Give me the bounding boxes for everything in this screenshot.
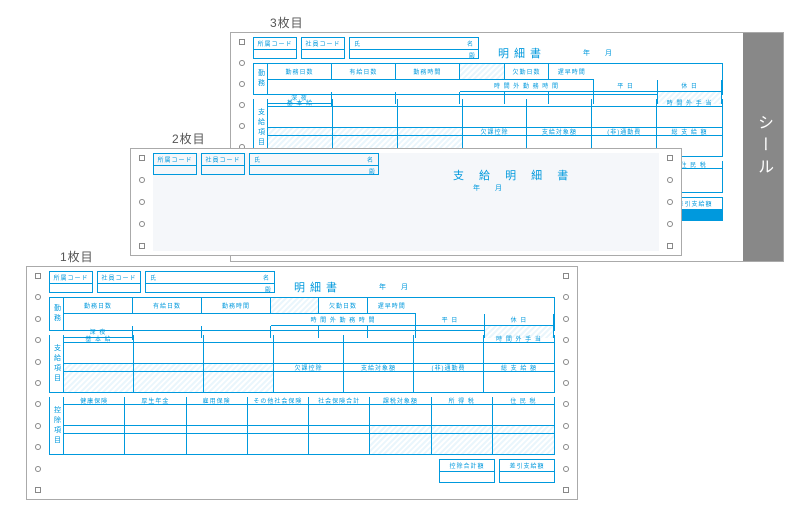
kojo-total-box: 控除合計額 (439, 459, 495, 483)
gross-pay: 総 支 給 額 (657, 128, 722, 136)
name-box: 氏 名 殿 (145, 271, 275, 293)
name-suffix: 殿 (250, 166, 378, 177)
name-left: 氏 (150, 273, 157, 282)
dept-code-box: 所属コード (253, 37, 297, 59)
pay-subject: 支給対象額 (527, 128, 592, 136)
year-month: 年 月 (473, 183, 506, 193)
dept-code-label: 所属コード (154, 154, 196, 166)
sub-weekday: 平 日 (594, 80, 658, 92)
kinmu-tab: 勤務 (50, 298, 64, 330)
kojo-section: 控除項目 健康保険 厚生年金 雇用保険 その他社会保険 社会保険合計 課税対象額… (49, 397, 555, 455)
base-pay: 基 本 給 (268, 99, 333, 107)
name-left: 氏 (354, 39, 361, 48)
col-paid: 有給日数 (133, 298, 202, 314)
name-right: 名 (367, 155, 374, 164)
name-right: 名 (467, 39, 474, 48)
col-blank (460, 64, 505, 80)
emp-code-box: 社員コード (201, 153, 245, 175)
header-row: 所属コード 社員コード 氏 名 殿 (253, 37, 723, 59)
emp-code-label: 社員コード (98, 272, 140, 284)
dept-code-label: 所属コード (50, 272, 92, 284)
col-absent: 欠勤日数 (505, 64, 550, 80)
kinmu-tab: 勤務 (254, 64, 268, 94)
netpay-label: 差引支給額 (500, 460, 554, 472)
gross-pay: 総 支 給 額 (484, 364, 554, 372)
health-ins: 健康保険 (64, 397, 125, 405)
commute: (非)通勤費 (414, 364, 484, 372)
dept-code-box: 所属コード (49, 271, 93, 293)
emp-code-box: 社員コード (97, 271, 141, 293)
col-workdays: 勤務日数 (268, 64, 332, 80)
emp-code-box: 社員コード (301, 37, 345, 59)
col-overtime: 時 間 外 勤 務 時 間 (460, 80, 594, 92)
col-blank (271, 298, 319, 314)
name-left: 氏 (254, 155, 261, 164)
sheet3-label: 3枚目 (270, 14, 304, 31)
absence-ded: 欠課控除 (274, 364, 344, 372)
kinmu-section: 勤務 勤務日数 有給日数 勤務時間 時 間 外 勤 務 時 間 欠勤日数 遅早時… (49, 297, 555, 331)
shikyu-tab: 支給項目 (50, 335, 64, 392)
sub-weekday: 平 日 (416, 314, 485, 326)
res-tax: 住 民 税 (493, 397, 554, 405)
overtime-pay: 時 間 外 手 当 (484, 335, 554, 343)
shikyu-section: 支給項目 基 本 給 時 間 外 手 当 欠課控除 支給対象額 (非)通勤費 総 … (49, 335, 555, 393)
name-box: 氏 名 殿 (249, 153, 379, 175)
emp-ins: 雇用保険 (187, 397, 248, 405)
year-month: 年 月 (379, 282, 412, 292)
seal-text: シール (751, 114, 775, 180)
netpay-box: 差引支給額 (499, 459, 555, 483)
soc-total: 社会保険合計 (309, 397, 370, 405)
name-right: 名 (263, 273, 270, 282)
col-worktime: 勤務時間 (202, 298, 271, 314)
name-box: 氏 名 殿 (349, 37, 479, 59)
emp-code-label: 社員コード (302, 38, 344, 50)
dept-code-box: 所属コード (153, 153, 197, 175)
totals-row: 控除合計額 差引支給額 (49, 459, 555, 483)
kojo-total-label: 控除合計額 (440, 460, 494, 472)
sheet2-form: 所属コード 社員コード 氏 名 殿 支 給 明 細 書 年 月 (130, 148, 682, 256)
header-row: 所属コード 社員コード 氏 名 殿 (153, 153, 659, 175)
base-pay: 基 本 給 (64, 335, 134, 343)
col-late: 遅早時間 (368, 298, 416, 314)
sheet1-label: 1枚目 (60, 248, 94, 265)
col-paid: 有給日数 (332, 64, 396, 80)
kojo-tab: 控除項目 (50, 397, 64, 454)
sub-holiday: 休 日 (658, 80, 722, 92)
feed-holes (659, 155, 681, 249)
name-suffix: 殿 (146, 284, 274, 295)
taxable: 課税対象額 (370, 397, 431, 405)
commute: (非)通勤費 (592, 128, 657, 136)
col-worktime: 勤務時間 (396, 64, 460, 80)
emp-code-label: 社員コード (202, 154, 244, 166)
sheet1-form: 所属コード 社員コード 氏 名 殿 明細書 年 月 勤務 勤務日数 有給日数 勤務… (26, 266, 578, 500)
pay-subject: 支給対象額 (344, 364, 414, 372)
col-workdays: 勤務日数 (64, 298, 133, 314)
col-absent: 欠勤日数 (319, 298, 367, 314)
income-tax: 所 得 税 (432, 397, 493, 405)
title-meisai: 明細書 (498, 45, 546, 61)
name-suffix: 殿 (350, 50, 478, 61)
kinmu-section: 勤務 勤務日数 有給日数 勤務時間 時 間 外 勤 務 時 間 欠勤日数 遅早時… (253, 63, 723, 95)
title-meisai: 明細書 (294, 279, 342, 295)
sheet2-label: 2枚目 (172, 130, 206, 147)
feed-holes (27, 273, 49, 493)
year-month: 年 月 (583, 48, 616, 58)
feed-holes (555, 273, 577, 493)
pension: 厚生年金 (125, 397, 186, 405)
absence-ded: 欠課控除 (463, 128, 528, 136)
dept-code-label: 所属コード (254, 38, 296, 50)
feed-holes (131, 155, 153, 249)
sub-holiday: 休 日 (485, 314, 554, 326)
col-late: 遅早時間 (549, 64, 594, 80)
seal-strip: シール (743, 33, 783, 261)
other-soc: その他社会保険 (248, 397, 309, 405)
title-shikyu: 支 給 明 細 書 (453, 167, 574, 183)
overtime-pay: 時 間 外 手 当 (657, 99, 722, 107)
col-overtime: 時 間 外 勤 務 時 間 (271, 314, 416, 326)
